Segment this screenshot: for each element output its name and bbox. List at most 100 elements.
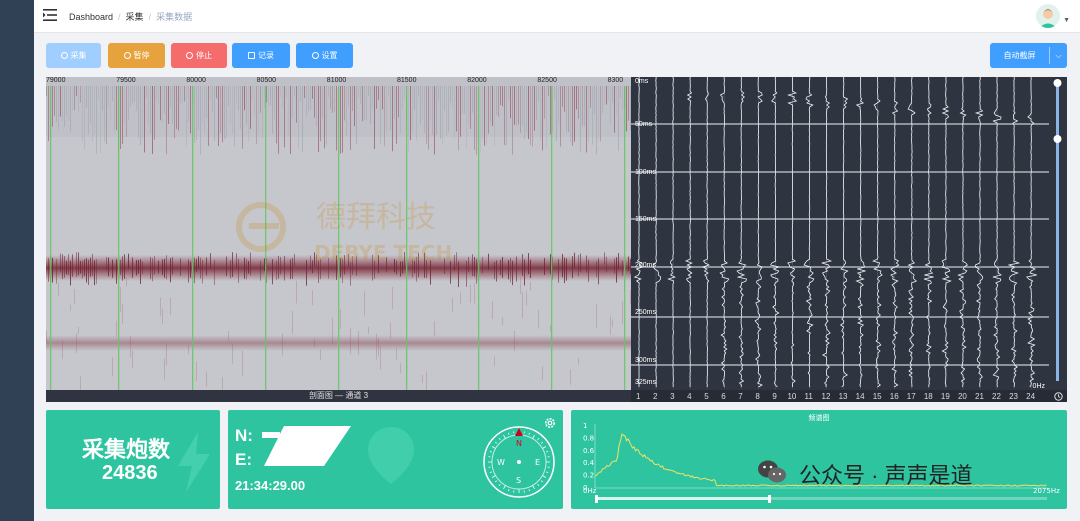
shot-count-title: 采集炮数 (82, 437, 171, 462)
user-avatar-icon (1036, 4, 1060, 28)
gear-icon[interactable] (543, 416, 557, 430)
channel-label: 6 (721, 392, 726, 401)
redacted-coordinates (262, 426, 351, 466)
compass-needle-icon (515, 428, 523, 436)
sidebar (0, 0, 34, 521)
breadcrumb-current: 采集数据 (156, 12, 193, 22)
spectrum-x-max: 2075Hz (1033, 487, 1060, 495)
spectrum-range-handle-right[interactable] (768, 495, 771, 503)
profile-tick-label: 81500 (397, 77, 417, 84)
north-label: N: (235, 426, 253, 445)
wechat-icon (758, 460, 786, 483)
waveform-time-label: 250ms (635, 309, 657, 316)
profile-tick-label: 8300 (607, 77, 624, 84)
spectrum-y-tick: 0.6 (583, 447, 595, 455)
record-button[interactable]: 记录 (232, 43, 290, 68)
navbar: Dashboard / 采集 / 采集数据 ▼ (34, 0, 1080, 33)
channel-label: 8 (755, 392, 760, 401)
breadcrumb-home[interactable]: Dashboard (69, 12, 113, 22)
waveform-time-label: 325ms (635, 379, 657, 386)
profile-tick-label: 79500 (116, 77, 136, 84)
slider-track[interactable] (1056, 81, 1059, 381)
slider-handle-bottom[interactable] (1053, 135, 1062, 143)
slider-handle-top[interactable] (1053, 79, 1062, 87)
spectrum-y-tick: 1 (583, 422, 587, 430)
hamburger-icon[interactable] (43, 9, 57, 21)
profile-tick-label: 79000 (46, 77, 66, 84)
profile-tick-label: 82000 (467, 77, 487, 84)
channel-label: 20 (957, 392, 967, 401)
stop-button[interactable]: 停止 (171, 43, 227, 68)
stop-icon (186, 52, 193, 59)
waveform-time-label: 200ms (635, 262, 657, 269)
spectrum-y-tick: 0.4 (583, 459, 595, 467)
profile-tick-label: 81000 (326, 77, 347, 84)
channel-label: 9 (772, 392, 777, 401)
channel-label: 13 (838, 392, 848, 401)
svg-text:DEBYE TECH: DEBYE TECH (314, 241, 452, 265)
channel-label: 22 (992, 392, 1001, 401)
channel-label: 16 (889, 392, 899, 401)
profile-axis: 79000 79500 80000 80500 81000 81500 82000 82500… (46, 77, 631, 86)
channel-label: 24 (1026, 392, 1036, 401)
location-icon (368, 427, 414, 484)
breadcrumb-separator: / (148, 12, 152, 22)
channel-label: 2 (653, 392, 658, 401)
waveform-time-label: 300ms (635, 357, 657, 364)
breadcrumb-section[interactable]: 采集 (126, 12, 144, 22)
shot-count-card: 采集炮数 24836 (46, 410, 220, 509)
avatar-caret-icon[interactable]: ▼ (1063, 17, 1070, 24)
channel-label: 7 (738, 392, 743, 401)
svg-text:N: N (516, 439, 522, 448)
spectrum-range-handle-left[interactable] (595, 495, 598, 503)
channel-label: 11 (804, 392, 813, 401)
pause-button[interactable]: 暂停 (108, 43, 165, 68)
position-card: N: E: 21:34:29.00 N E S W (228, 410, 563, 509)
channel-label: 1 (636, 392, 641, 401)
clock-icon[interactable] (1054, 392, 1063, 401)
channel-label: 19 (940, 392, 950, 401)
channel-label: 3 (670, 392, 675, 401)
spectrum-y-tick: 0.8 (583, 434, 594, 442)
channel-label: 18 (923, 392, 933, 401)
profile-tick-label: 82500 (537, 77, 557, 84)
breadcrumb: Dashboard / 采集 / 采集数据 (69, 10, 192, 23)
start-button[interactable]: 采集 (46, 43, 101, 68)
svg-text:E: E (535, 458, 540, 467)
east-label: E: (235, 450, 252, 469)
channel-label: 15 (872, 392, 882, 401)
waveform-time-label: 0ms (635, 78, 649, 85)
waveform-plot (631, 77, 1062, 389)
settings-button[interactable]: 设置 (296, 43, 353, 68)
channel-label: 14 (855, 392, 865, 401)
channel-label: 10 (787, 392, 797, 401)
waveform-panel: 0ms 50ms 100ms 150ms 200ms 250ms 300ms 325ms 12… (631, 77, 1067, 402)
channel-label: 23 (1009, 392, 1018, 401)
channel-label: 4 (687, 392, 692, 401)
play-icon (60, 52, 68, 59)
svg-text:德拜科技: 德拜科技 (316, 200, 436, 235)
time-value: 21:34:29.00 (235, 478, 306, 493)
wechat-label: 公众号 · 声声是道 (799, 463, 973, 488)
channel-label: 17 (906, 392, 916, 401)
spectrum-range-fill[interactable] (595, 497, 770, 500)
waveform-time-label: 100ms (635, 169, 657, 176)
profile-tick-label: 80500 (256, 77, 277, 84)
profile-caption: 剖面图 — 通道 3 (46, 390, 631, 402)
channel-label: 5 (704, 392, 709, 401)
gear-icon (311, 52, 319, 59)
auto-capture-button[interactable]: 自动截屏 ⌵ (990, 43, 1067, 68)
pause-icon (123, 52, 131, 59)
waveform-corner-label: 0Hz (1032, 383, 1045, 390)
profile-image: 德拜科技 DEBYE TECH (46, 77, 631, 402)
profile-panel: 德拜科技 DEBYE TECH 79000 79500 80000 80500 8100… (46, 77, 631, 402)
avatar[interactable] (1036, 4, 1060, 28)
spectrum-y-tick: 0.2 (583, 472, 594, 480)
waveform-time-label: 50ms (635, 121, 653, 128)
profile-tick-label: 80000 (186, 77, 206, 84)
channel-label: 12 (821, 392, 831, 401)
channel-axis: 1 2 3 4 5 6 7 8 9 10 11 12 13 14 15 16 17 18 19 20 21 22 23 24 (631, 390, 1067, 402)
chevron-down-icon[interactable]: ⌵ (1050, 43, 1067, 68)
channel-label: 21 (975, 392, 984, 401)
svg-text:W: W (497, 458, 505, 467)
